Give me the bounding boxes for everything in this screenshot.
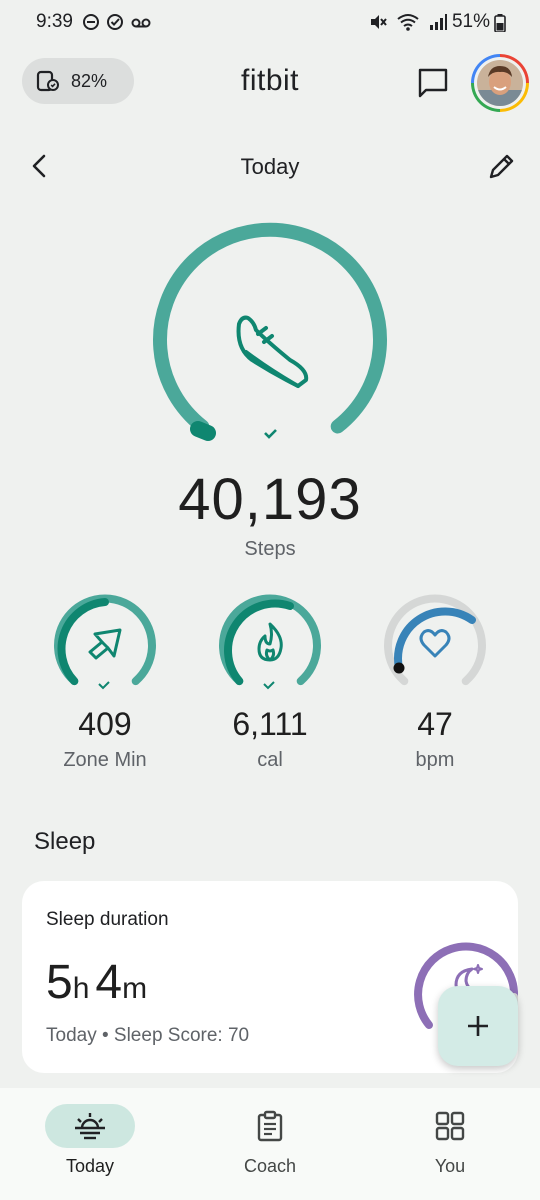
steps-progress-ring[interactable] [140,220,400,460]
heart-rate-label: bpm [415,749,455,771]
steps-arc-start-cap [190,421,216,441]
app-header: 82% fitbit [0,54,540,112]
signal-icon [430,14,447,30]
zone-minutes-ring [54,594,156,690]
nav-you[interactable]: You [390,1104,510,1177]
status-left-icons [82,13,152,31]
heart-rate-ring [384,594,486,686]
sleep-section-title: Sleep [34,828,96,855]
nav-today[interactable]: Today [30,1104,150,1177]
metric-calories[interactable]: 6,111 cal [210,594,330,772]
avatar-photo [477,60,523,106]
edit-pencil-icon[interactable] [486,150,516,182]
sleep-minutes-unit: m [122,972,148,1005]
sunrise-icon [75,1113,105,1140]
clipboard-icon [257,1110,283,1142]
sleep-card-title: Sleep duration [46,909,169,930]
status-bar: 9:39 51% [0,0,540,44]
voicemail-icon [131,18,151,28]
bottom-navigation: Today Coach You [0,1088,540,1200]
heart-rate-value: 47 [417,706,453,742]
sleep-minutes: 4 [95,956,123,1009]
app-logo: fitbit [240,64,300,97]
avatar [477,60,523,106]
battery-percent: 51% [451,11,490,32]
flame-icon [257,622,283,662]
mute-icon [371,15,387,29]
battery-icon [494,14,506,32]
status-right-icons [368,12,448,32]
zone-minutes-value: 409 [78,706,132,742]
sleep-duration-value: 5h 4m [46,955,153,1010]
profile-avatar-button[interactable] [471,54,529,112]
steps-label: Steps [244,538,296,560]
status-time: 9:39 [36,11,73,32]
zone-goal-check-icon [98,681,110,690]
nav-coach[interactable]: Coach [210,1104,330,1177]
calories-label: cal [257,749,283,771]
heart-icon [419,629,451,658]
calories-value: 6,111 [232,706,308,742]
grid-icon [435,1111,465,1141]
steps-arc [153,222,387,434]
add-button[interactable] [438,986,518,1066]
date-navigation: Today [0,146,540,186]
message-icon[interactable] [416,66,450,100]
check-circle-icon [107,14,123,30]
sleep-hours: 5 [46,956,73,1009]
shoe-icon [236,315,309,388]
metric-zone-minutes[interactable]: 409 Zone Min [45,594,165,772]
nav-today-label: Today [65,1156,115,1176]
sleep-hours-unit: h [72,972,90,1005]
page-title: Today [240,154,300,179]
nav-you-label: You [434,1156,466,1176]
sleep-subtitle: Today • Sleep Score: 70 [46,1025,250,1046]
goal-check-icon [264,429,277,439]
zone-arrow-icon [88,628,122,660]
plus-icon [468,1016,488,1036]
zone-minutes-label: Zone Min [63,749,147,771]
wifi-icon [397,14,419,31]
nav-coach-label: Coach [243,1156,297,1176]
dnd-icon [83,14,99,30]
calories-ring [219,594,321,690]
calories-goal-check-icon [263,681,275,690]
steps-value: 40,193 [178,467,362,532]
heart-rate-marker [393,662,405,674]
metric-heart-rate[interactable]: 47 bpm [375,594,495,772]
